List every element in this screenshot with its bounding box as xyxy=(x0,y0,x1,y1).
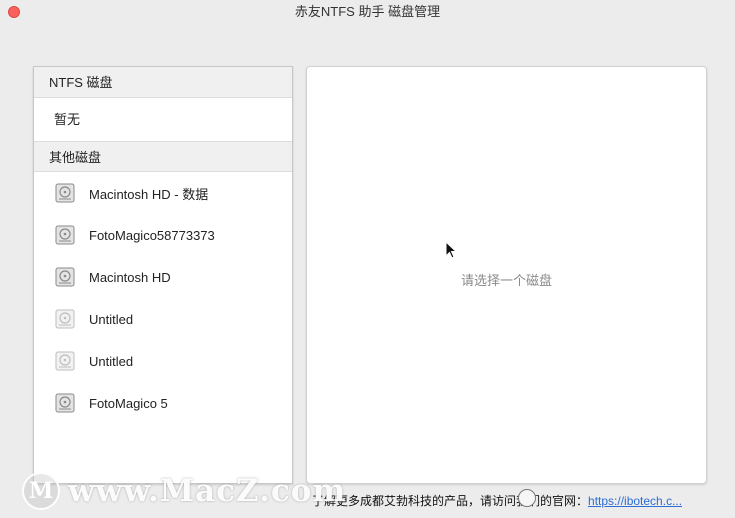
window-title: 赤友NTFS 助手 磁盘管理 xyxy=(294,4,441,19)
hard-disk-icon xyxy=(55,225,75,245)
hard-disk-icon xyxy=(55,267,75,287)
disk-list-panel: NTFS 磁盘 暂无 其他磁盘 Macintosh HD - 数据 FotoMag… xyxy=(33,66,293,484)
watermark: M www.MacZ.com xyxy=(22,470,346,512)
ntfs-disks-empty-text: 暂无 xyxy=(54,112,81,127)
watermark-logo-icon: M xyxy=(22,472,60,510)
disk-label: FotoMagico 5 xyxy=(89,395,168,411)
hard-disk-icon xyxy=(55,393,75,413)
hard-disk-icon xyxy=(55,183,75,203)
footer-text: 了解更多成都艾勃科技的产品，请访问我们的官网： xyxy=(312,494,589,508)
disk-label: Macintosh HD - 数据 xyxy=(89,186,209,202)
disk-list-item[interactable]: Untitled xyxy=(34,340,292,382)
disk-detail-panel: 请选择一个磁盘 xyxy=(306,66,707,484)
watermark-text: www.MacZ.com xyxy=(68,473,347,509)
select-disk-placeholder: 请选择一个磁盘 xyxy=(460,273,552,288)
hard-disk-icon xyxy=(55,351,75,371)
other-disks-list: Macintosh HD - 数据 FotoMagico58773373 Macin… xyxy=(34,172,292,424)
disk-list-item[interactable]: FotoMagico 5 xyxy=(34,382,292,424)
disk-label: Macintosh HD xyxy=(89,269,171,285)
other-disks-header: 其他磁盘 xyxy=(34,141,292,172)
title-bar: 赤友NTFS 助手 磁盘管理 xyxy=(0,0,735,24)
hard-disk-icon xyxy=(55,309,75,329)
disk-label: Untitled xyxy=(89,311,134,327)
disk-list-item[interactable]: Macintosh HD - 数据 xyxy=(34,172,292,214)
mouse-cursor-icon xyxy=(445,241,457,259)
close-window-button[interactable] xyxy=(8,6,20,18)
footer-website-link[interactable]: https://ibotech.c... xyxy=(588,494,682,508)
disk-list-item[interactable]: FotoMagico58773373 xyxy=(34,214,292,256)
footer-badge-icon xyxy=(518,489,536,507)
disk-label: FotoMagico58773373 xyxy=(89,227,215,243)
ntfs-disks-header: NTFS 磁盘 xyxy=(34,67,292,98)
disk-label: Untitled xyxy=(89,353,134,369)
disk-list-item[interactable]: Untitled xyxy=(34,298,292,340)
disk-list-item[interactable]: Macintosh HD xyxy=(34,256,292,298)
footer-info: 了解更多成都艾勃科技的产品，请访问我们的官网：https://ibotech.c… xyxy=(312,492,682,509)
